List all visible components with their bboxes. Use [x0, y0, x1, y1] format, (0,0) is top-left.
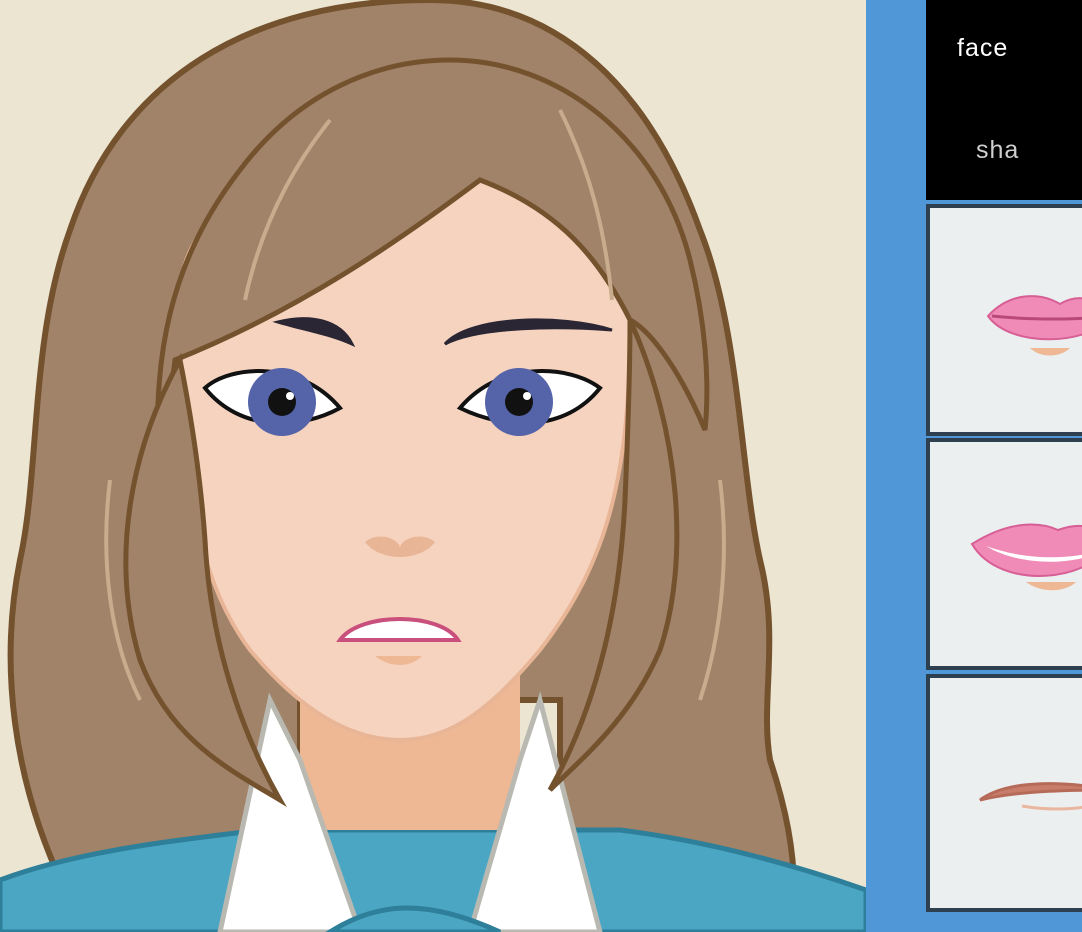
- pink-lips-closed-icon: [986, 295, 1082, 356]
- avatar-illustration: [0, 0, 866, 932]
- panel-title: face: [957, 34, 1009, 62]
- pink-lips-smile-icon: [970, 523, 1082, 591]
- mouth-option-3[interactable]: [926, 674, 1082, 912]
- mouth-option-1[interactable]: [926, 204, 1082, 436]
- options-panel: face sha: [866, 0, 1082, 932]
- avatar-canvas: [0, 0, 866, 932]
- mouth-option-2[interactable]: [926, 438, 1082, 670]
- thin-lips-icon: [979, 782, 1082, 811]
- panel-header: [926, 0, 1082, 200]
- panel-subtitle: sha: [976, 136, 1020, 164]
